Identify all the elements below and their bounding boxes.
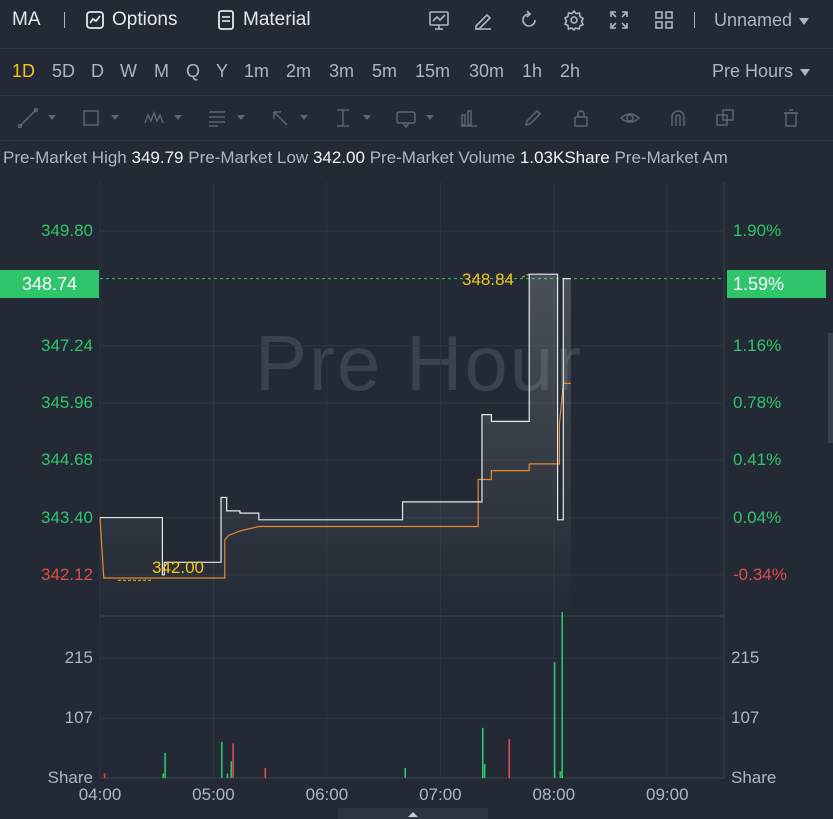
high-annotation-line — [521, 273, 530, 278]
volume-bar — [481, 727, 484, 778]
price-tick-label: 349.80 — [41, 221, 93, 241]
time-tick-label: 06:00 — [305, 785, 349, 804]
price-tick-label: 343.40 — [41, 507, 93, 527]
volume-bar — [508, 739, 511, 778]
volume-tick-label-right: 215 — [731, 648, 760, 668]
volume-bar — [230, 761, 233, 778]
volume-bar — [404, 767, 407, 778]
volume-tick-label: 215 — [64, 648, 93, 668]
percent-tick-label: 1.90% — [733, 221, 782, 241]
time-tick-label: 05:00 — [192, 785, 235, 804]
high-annotation: 348.84 — [462, 270, 514, 289]
volume-tick-label-right: 107 — [731, 708, 760, 728]
volume-bar — [164, 752, 166, 778]
percent-tick-label: 0.78% — [733, 393, 782, 413]
vertical-scrollbar[interactable] — [828, 333, 833, 443]
time-tick-label: 09:00 — [645, 785, 689, 804]
price-tick-label: 342.12 — [41, 564, 93, 584]
volume-bar — [483, 764, 486, 778]
price-tick-label: 347.24 — [41, 335, 93, 355]
volume-tick-label: 107 — [64, 708, 93, 728]
volume-bar — [553, 662, 556, 778]
time-tick-label: 04:00 — [78, 785, 122, 804]
price-tick-label: 345.96 — [41, 393, 93, 413]
low-annotation: 342.00 — [152, 558, 204, 577]
percent-tick-label: 0.04% — [733, 507, 782, 527]
chevron-up-icon — [408, 812, 418, 817]
price-chart[interactable] — [0, 0, 833, 819]
collapse-panel-tab[interactable] — [338, 808, 488, 819]
volume-bar — [221, 741, 223, 778]
volume-bar — [232, 743, 234, 778]
current-pct-tag: 1.59% — [727, 270, 826, 298]
time-tick-label: 07:00 — [419, 785, 462, 804]
volume-bars — [103, 611, 563, 778]
percent-tick-label: 1.16% — [733, 335, 782, 355]
volume-bar — [226, 773, 229, 778]
volume-bar — [559, 771, 562, 778]
percent-tick-label: -0.34% — [733, 564, 787, 584]
volume-bar — [103, 773, 106, 778]
volume-tick-label-right: Share — [731, 768, 777, 787]
time-tick-label: 08:00 — [532, 785, 576, 804]
price-tick-label: 344.68 — [41, 450, 93, 470]
chart-grid — [99, 182, 725, 779]
volume-bar — [264, 767, 267, 778]
volume-bar — [162, 773, 164, 778]
current-price-tag: 348.74 — [0, 270, 99, 298]
volume-bar — [561, 611, 563, 778]
percent-tick-label: 0.41% — [733, 450, 782, 470]
